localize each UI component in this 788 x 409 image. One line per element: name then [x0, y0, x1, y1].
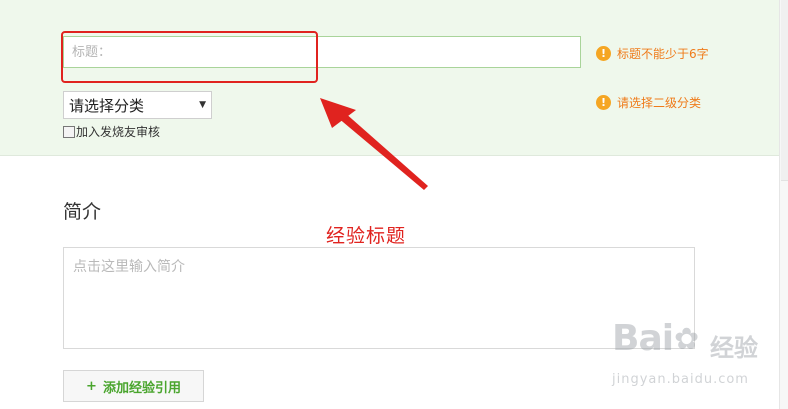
title-hint-text: 标题不能少于6字 [617, 47, 709, 61]
annotation-label: 经验标题 [326, 225, 407, 247]
review-checkbox-row[interactable]: 加入发烧友审核 [63, 123, 160, 140]
title-input[interactable] [63, 36, 581, 68]
add-reference-label: 添加经验引用 [102, 380, 181, 396]
warning-icon: ! [596, 95, 611, 110]
intro-heading: 简介 [63, 201, 102, 223]
category-select-value: 请选择分类 [69, 96, 145, 115]
category-hint-text: 请选择二级分类 [617, 96, 702, 110]
chevron-down-icon: ▼ [199, 100, 206, 110]
review-checkbox[interactable] [63, 125, 75, 138]
watermark-logo-suffix: 经验 [710, 334, 758, 362]
paw-icon: ✿ [674, 322, 700, 357]
plus-icon: + [86, 378, 97, 394]
baidu-jingyan-watermark: Bai ✿ 经验 jingyan.baidu.com [612, 318, 777, 403]
intro-textarea[interactable] [63, 247, 695, 349]
watermark-url: jingyan.baidu.com [612, 372, 749, 387]
warning-icon: ! [596, 46, 611, 61]
title-hint: ! 标题不能少于6字 [596, 45, 709, 62]
review-checkbox-label: 加入发烧友审核 [76, 125, 161, 139]
add-reference-button[interactable]: + 添加经验引用 [63, 370, 204, 402]
watermark-logo-text: Bai [612, 318, 674, 359]
category-select[interactable]: 请选择分类 ▼ [63, 91, 212, 119]
scrollbar-thumb[interactable] [781, 0, 788, 181]
category-hint: ! 请选择二级分类 [596, 94, 701, 111]
scrollbar[interactable] [779, 0, 788, 409]
